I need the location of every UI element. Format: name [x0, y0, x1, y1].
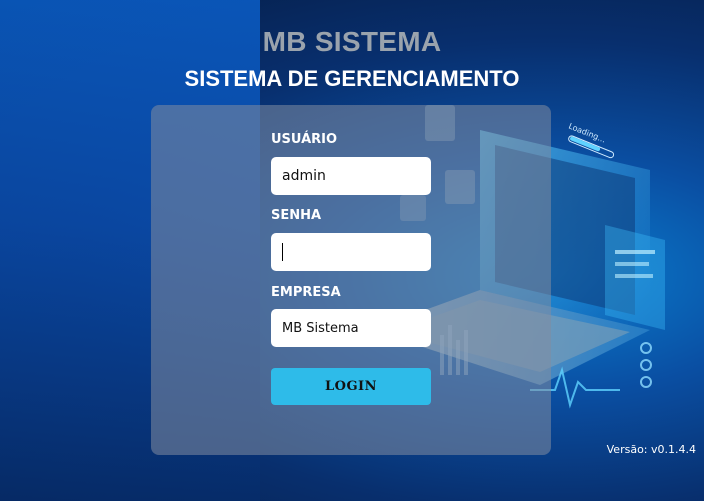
app-subtitle: SISTEMA DE GERENCIAMENTO: [184, 66, 520, 91]
company-input-value: MB Sistema: [282, 320, 359, 336]
password-label: SENHA: [271, 208, 322, 223]
user-input[interactable]: admin: [271, 157, 431, 195]
company-input[interactable]: MB Sistema: [271, 309, 431, 347]
version-label: Versão: v0.1.4.4: [606, 443, 696, 456]
login-button-label: LOGIN: [324, 379, 378, 394]
app-title: MB SISTEMA: [262, 26, 442, 57]
user-label: USUÁRIO: [271, 132, 338, 147]
login-button[interactable]: LOGIN: [271, 368, 431, 405]
user-input-value: admin: [282, 168, 326, 184]
password-input[interactable]: [271, 233, 431, 271]
text-caret: [282, 243, 283, 261]
company-label: EMPRESA: [271, 285, 341, 300]
